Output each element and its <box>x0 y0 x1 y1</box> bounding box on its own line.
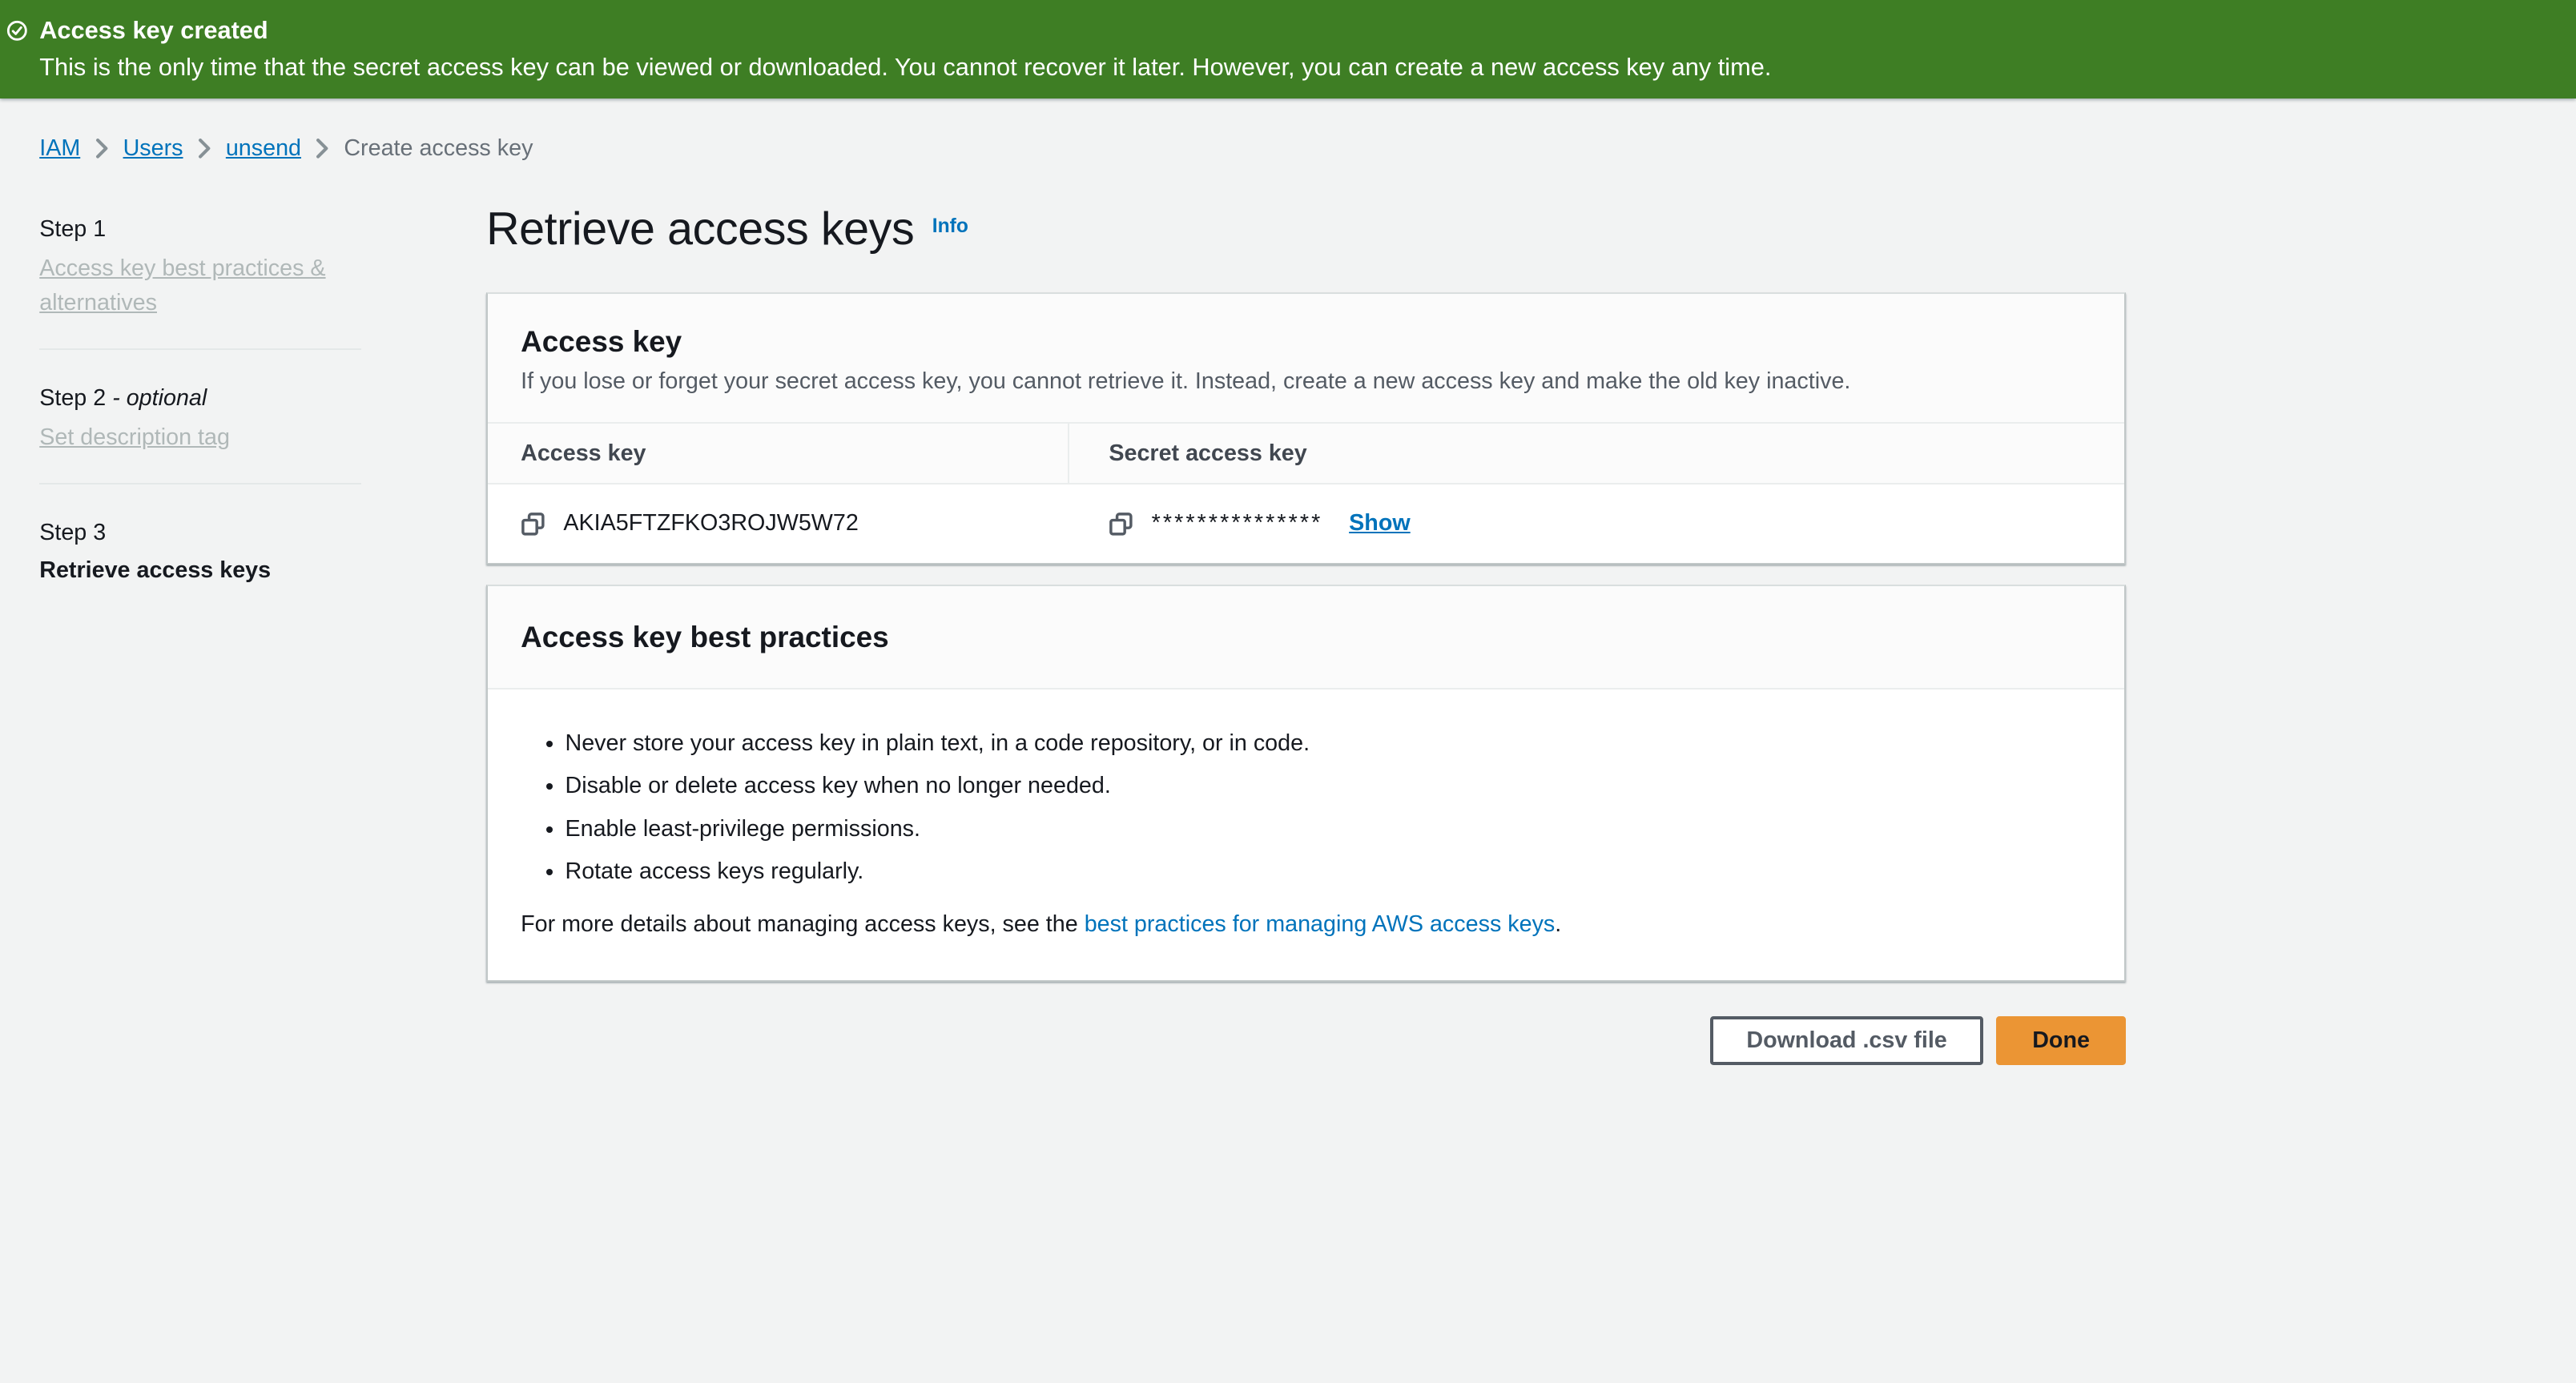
done-button[interactable]: Done <box>1996 1016 2126 1065</box>
wizard-step-3: Step 3 Retrieve access keys <box>39 517 361 586</box>
step-2-link[interactable]: Set description tag <box>39 424 230 450</box>
step-3-current-label: Retrieve access keys <box>39 555 361 586</box>
copy-access-key-button[interactable] <box>521 512 545 537</box>
step-1-link[interactable]: Access key best practices & alternatives <box>39 255 325 316</box>
best-practices-card: Access key best practices Never store yo… <box>486 585 2126 982</box>
success-flashbar: Access key created This is the only time… <box>0 0 2576 98</box>
copy-icon <box>521 512 545 537</box>
best-practices-card-title: Access key best practices <box>521 617 2091 657</box>
key-table-header: Access key Secret access key <box>488 422 2124 484</box>
best-practice-item: Disable or delete access key when no lon… <box>565 770 2091 802</box>
breadcrumb-users[interactable]: Users <box>123 133 183 164</box>
best-practices-footer: For more details about managing access k… <box>521 908 2091 941</box>
page-title: Retrieve access keys <box>486 202 914 258</box>
best-practices-link[interactable]: best practices for managing AWS access k… <box>1085 911 1556 937</box>
secret-key-column-header: Secret access key <box>1109 440 1306 466</box>
step-divider <box>39 483 361 484</box>
key-table-row: AKIA5FTZFKO3ROJW5W72 *************** Sho… <box>488 484 2124 563</box>
iam-create-access-key-page: Access key created This is the only time… <box>0 0 2576 1383</box>
flashbar-message: This is the only time that the secret ac… <box>39 50 2550 84</box>
best-practices-card-body: Never store your access key in plain tex… <box>488 689 2124 980</box>
access-key-card-title: Access key <box>521 322 2091 361</box>
chevron-right-icon <box>316 139 328 159</box>
copy-secret-key-button[interactable] <box>1109 512 1133 537</box>
chevron-right-icon <box>198 139 211 159</box>
step-divider <box>39 348 361 350</box>
download-csv-button[interactable]: Download .csv file <box>1710 1016 1982 1065</box>
breadcrumb-current: Create access key <box>344 133 533 164</box>
show-secret-key-link[interactable]: Show <box>1349 510 1411 537</box>
breadcrumb-user-unsend[interactable]: unsend <box>226 133 301 164</box>
wizard-steps-nav: Step 1 Access key best practices & alter… <box>39 202 447 1065</box>
best-practices-list: Never store your access key in plain tex… <box>521 727 2091 888</box>
breadcrumb-iam[interactable]: IAM <box>39 133 80 164</box>
breadcrumb: IAM Users unsend Create access key <box>39 98 2537 164</box>
access-key-value: AKIA5FTZFKO3ROJW5W72 <box>563 507 858 540</box>
wizard-actions: Download .csv file Done <box>486 1016 2126 1065</box>
access-key-card-description: If you lose or forget your secret access… <box>521 366 2091 397</box>
access-key-column-header: Access key <box>521 440 646 466</box>
best-practice-item: Rotate access keys regularly. <box>565 855 2091 888</box>
step-3-kicker: Step 3 <box>39 517 361 549</box>
best-practices-card-header: Access key best practices <box>488 586 2124 689</box>
chevron-right-icon <box>95 139 108 159</box>
wizard-step-1: Step 1 Access key best practices & alter… <box>39 214 361 320</box>
step-1-kicker: Step 1 <box>39 214 361 245</box>
step-2-optional-label: - optional <box>112 385 207 411</box>
best-practice-item: Enable least-privilege permissions. <box>565 813 2091 846</box>
flashbar-title: Access key created <box>39 13 268 47</box>
info-link[interactable]: Info <box>932 215 968 238</box>
access-key-card: Access key If you lose or forget your se… <box>486 292 2126 565</box>
copy-icon <box>1109 512 1133 537</box>
step-2-kicker: Step 2 - optional <box>39 383 361 414</box>
main-content: Retrieve access keys Info Access key If … <box>486 202 2126 1065</box>
best-practice-item: Never store your access key in plain tex… <box>565 727 2091 760</box>
access-key-card-header: Access key If you lose or forget your se… <box>488 294 2124 422</box>
secret-access-key-masked: *************** <box>1152 507 1323 540</box>
wizard-step-2: Step 2 - optional Set description tag <box>39 383 361 455</box>
check-circle-icon <box>6 20 28 42</box>
